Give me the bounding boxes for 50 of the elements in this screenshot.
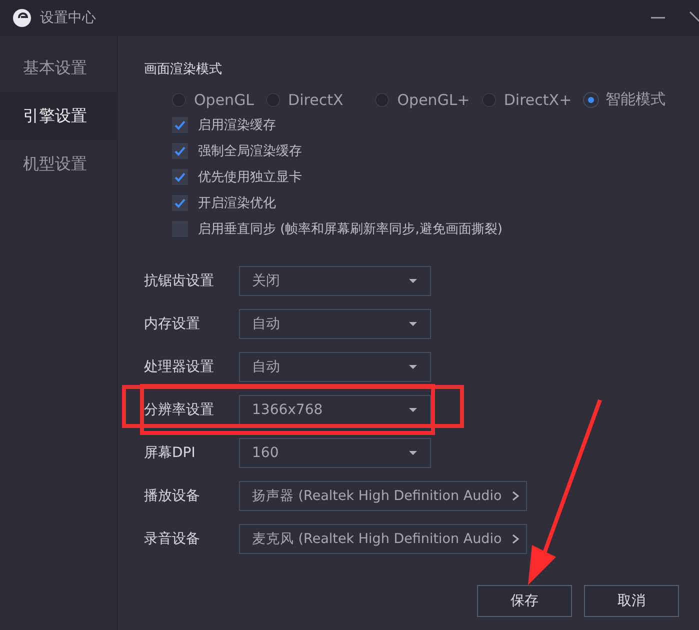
cancel-button[interactable]: 取消 [584,585,679,617]
checkbox-label: 启用垂直同步 (帧率和屏幕刷新率同步,避免画面撕裂) [198,221,502,238]
checkbox-label: 强制全局渲染缓存 [198,143,302,160]
radio-button[interactable] [266,92,280,106]
radio-label: OpenGL+ [397,90,470,108]
radio-button[interactable] [172,92,186,106]
checkbox-label: 启用渲染缓存 [198,117,276,134]
caret-icon [408,364,418,370]
dropdown[interactable]: 160 [239,438,431,468]
checkbox[interactable] [172,117,188,133]
radio-button[interactable] [375,92,390,106]
dropdown[interactable]: 1366x768 [239,394,431,424]
setting-label: 内存设置 [144,314,201,332]
window-title: 设置中心 [40,9,96,27]
radio-label: DirectX [288,90,344,108]
caret-icon [408,406,418,412]
setting-label: 屏幕DPI [144,444,196,462]
setting-label: 播放设备 [144,486,201,504]
checkbox[interactable] [172,169,188,185]
chevron-right-icon [512,534,520,544]
setting-label: 分辨率设置 [144,400,215,418]
checkbox-label: 开启渲染优化 [198,195,276,212]
app-logo-icon [12,8,32,28]
caret-icon [408,278,418,284]
setting-label: 录音设备 [144,530,201,548]
save-button[interactable]: 保存 [477,585,572,617]
radio-button[interactable] [584,92,598,106]
dropdown[interactable]: 自动 [239,308,431,338]
radio-label: 智能模式 [606,90,666,109]
checkbox[interactable] [172,195,188,211]
dropdown[interactable]: 关闭 [239,266,431,296]
radio-label: DirectX+ [504,90,572,108]
sidebar-item[interactable]: 基本设置 [0,44,117,92]
radio-button[interactable] [482,92,496,106]
sidebar-item[interactable]: 引擎设置 [0,92,118,140]
radio-label: OpenGL [194,90,254,108]
setting-label: 处理器设置 [144,358,215,376]
chevron-right-icon [512,490,520,500]
section-title: 画面渲染模式 [144,61,223,78]
sidebar-item[interactable]: 机型设置 [0,140,117,188]
dropdown[interactable]: 自动 [239,352,431,382]
caret-icon [408,450,418,456]
dropdown[interactable]: 扬声器 (Realtek High Definition Audio [239,480,527,510]
setting-label: 抗锯齿设置 [144,272,215,290]
checkbox[interactable] [172,143,188,159]
dropdown[interactable]: 麦克风 (Realtek High Definition Audio [239,524,527,554]
caret-icon [408,320,418,326]
minimize-icon[interactable] [651,17,665,19]
checkbox-label: 优先使用独立显卡 [198,169,302,186]
close-icon[interactable] [689,11,699,25]
